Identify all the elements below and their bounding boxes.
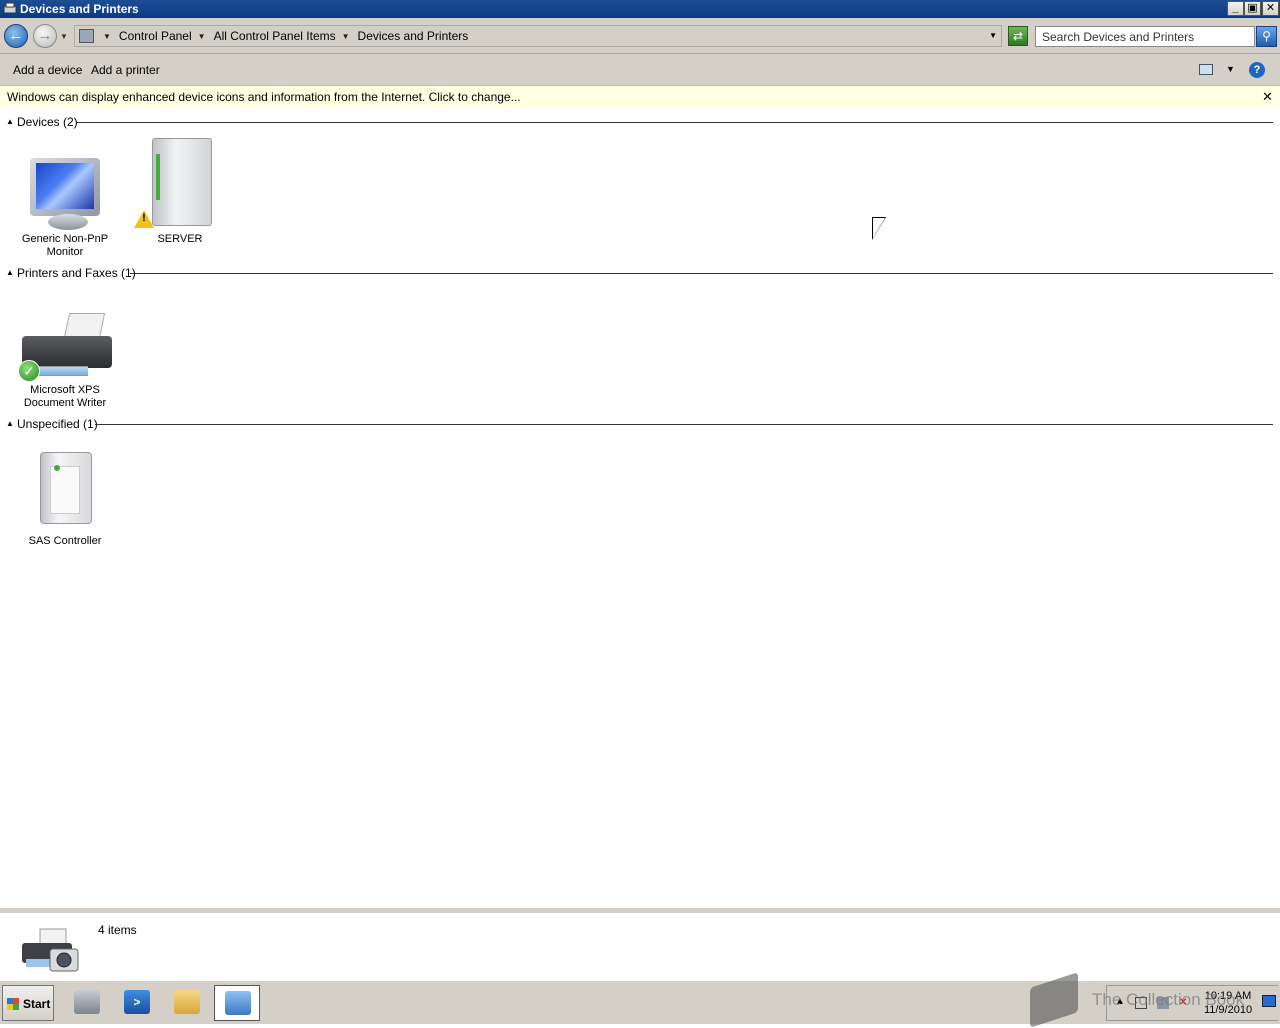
restore-button[interactable]: ▣ [1244, 1, 1261, 16]
group-divider [130, 273, 1273, 274]
collapse-arrow-icon[interactable]: ▲ [6, 419, 14, 428]
group-divider [95, 424, 1273, 425]
sas-panel [50, 466, 80, 514]
devices-printers-icon [3, 2, 17, 14]
collapse-arrow-icon[interactable]: ▲ [6, 268, 14, 277]
show-hidden-icons-icon[interactable]: ▲ [1115, 996, 1125, 1007]
group-divider [76, 122, 1273, 123]
group-title: Unspecified (1) [17, 417, 98, 431]
device-label-line1: Microsoft XPS [30, 384, 100, 396]
taskbar-control-panel[interactable] [214, 985, 260, 1021]
clock-date: 11/9/2010 [1203, 1004, 1253, 1016]
control-panel-icon [79, 29, 94, 43]
recent-pages-dropdown[interactable]: ▼ [60, 32, 68, 41]
back-arrow-icon: ← [8, 27, 24, 44]
close-window-button[interactable]: ✕ [1262, 1, 1279, 16]
sas-led [54, 465, 60, 471]
add-device-button[interactable]: Add a device [13, 63, 82, 77]
info-bar-text[interactable]: Windows can display enhanced device icon… [7, 90, 521, 104]
group-header-devices[interactable]: ▲ Devices (2) [0, 115, 1280, 129]
action-center-flag-icon[interactable] [1135, 997, 1147, 1009]
show-desktop-button[interactable] [1262, 995, 1276, 1007]
title-bar: Devices and Printers _ ▣ ✕ [0, 0, 1280, 18]
search-input[interactable]: Search Devices and Printers [1035, 26, 1255, 47]
breadcrumb-all-items[interactable]: All Control Panel Items [214, 29, 336, 43]
refresh-button[interactable]: ⇄ [1008, 26, 1028, 46]
close-icon[interactable]: ✕ [1262, 89, 1273, 105]
taskbar: Start > ▲ ✕ 10:19 AM 11/9/2010 [0, 980, 1280, 1024]
powershell-icon: > [124, 990, 150, 1014]
group-header-unspecified[interactable]: ▲ Unspecified (1) [0, 417, 1280, 431]
breadcrumb-separator[interactable]: ▼ [342, 32, 350, 41]
group-header-printers[interactable]: ▲ Printers and Faxes (1) [0, 266, 1280, 280]
device-label-line2: Document Writer [23, 397, 107, 409]
breadcrumb-separator[interactable]: ▼ [198, 32, 206, 41]
clock-time: 10:19 AM [1204, 990, 1252, 1002]
device-label-line1: Generic Non-PnP [21, 233, 109, 245]
network-icon[interactable] [1157, 997, 1169, 1009]
minimize-button[interactable]: _ [1227, 1, 1244, 16]
taskbar-powershell[interactable]: > [114, 985, 160, 1021]
command-bar: Add a device Add a printer ▼ ? [0, 54, 1280, 86]
group-title: Printers and Faxes (1) [17, 266, 136, 280]
control-panel-icon [225, 991, 251, 1015]
server-manager-icon [74, 990, 100, 1014]
device-label-line1: SERVER [157, 233, 203, 245]
address-dropdown[interactable]: ▼ [989, 31, 997, 40]
volume-muted-icon[interactable]: ✕ [1179, 997, 1191, 1009]
collapse-arrow-icon[interactable]: ▲ [6, 117, 14, 126]
monitor-screen [36, 163, 94, 209]
clock[interactable]: 10:19 AM 11/9/2010 [1198, 989, 1258, 1017]
device-label-line1: SAS Controller [28, 535, 102, 547]
start-button[interactable]: Start [2, 985, 54, 1021]
breadcrumb-devices-printers[interactable]: Devices and Printers [358, 29, 469, 43]
start-label: Start [23, 997, 51, 1011]
back-button[interactable]: ← [4, 24, 28, 48]
server-led [156, 154, 160, 200]
printer-camera-icon [22, 928, 79, 972]
warning-mark: ! [142, 212, 146, 224]
default-checkmark-icon: ✓ [18, 360, 40, 382]
add-printer-button[interactable]: Add a printer [91, 63, 160, 77]
forward-arrow-icon: → [37, 27, 53, 44]
windows-logo-icon [7, 998, 19, 1010]
server-icon [152, 138, 212, 226]
folder-icon [174, 990, 200, 1014]
navigation-bar: ← → ▼ ▼ Control Panel ▼ All Control Pane… [0, 18, 1280, 54]
details-pane: 4 items [0, 908, 1280, 980]
item-count: 4 items [98, 923, 137, 937]
view-options-dropdown[interactable]: ▼ [1226, 64, 1235, 74]
device-label-line2: Monitor [46, 246, 84, 258]
group-title: Devices (2) [17, 115, 78, 129]
info-bar[interactable]: Windows can display enhanced device icon… [0, 86, 1280, 108]
forward-button[interactable]: → [33, 24, 57, 48]
search-icon[interactable]: ⚲ [1256, 26, 1277, 47]
breadcrumb: ▼ Control Panel ▼ All Control Panel Item… [97, 29, 468, 43]
mouse-cursor [873, 218, 885, 238]
monitor-stand [48, 214, 88, 230]
help-icon[interactable]: ? [1249, 62, 1265, 78]
breadcrumb-separator[interactable]: ▼ [103, 32, 111, 41]
change-view-icon[interactable] [1199, 64, 1213, 75]
taskbar-explorer[interactable] [164, 985, 210, 1021]
window-title: Devices and Printers [20, 2, 139, 16]
address-bar[interactable]: ▼ Control Panel ▼ All Control Panel Item… [74, 25, 1002, 47]
breadcrumb-control-panel[interactable]: Control Panel [119, 29, 192, 43]
taskbar-server-manager[interactable] [64, 985, 110, 1021]
